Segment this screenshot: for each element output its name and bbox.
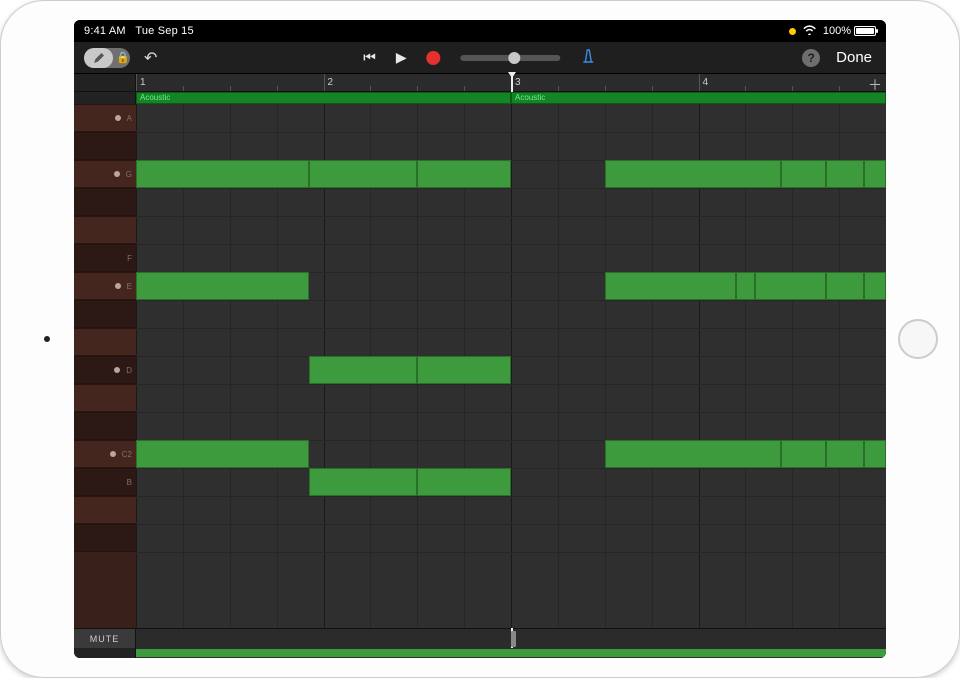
home-button[interactable] [898,319,938,359]
ruler-bar: 1 [136,74,146,91]
midi-note[interactable] [826,440,864,468]
ruler-bar: 2 [324,74,334,91]
midi-note[interactable] [826,272,864,300]
midi-note[interactable] [781,160,826,188]
master-volume-slider[interactable] [461,55,561,61]
pitch-row[interactable] [74,384,136,412]
record-button[interactable] [427,51,441,65]
scroll-handle[interactable] [511,631,516,647]
ruler-gutter [74,74,136,91]
pitch-row[interactable] [74,188,136,216]
pitch-row[interactable] [74,496,136,524]
scroll-track[interactable] [136,629,886,648]
status-date: Tue Sep 15 [135,25,193,37]
midi-note[interactable] [755,272,826,300]
midi-note[interactable] [136,272,309,300]
pitch-row[interactable] [74,300,136,328]
pitch-row[interactable] [74,524,136,552]
pitch-column[interactable]: A G F E D C2 B [74,104,136,628]
ipad-camera [44,336,50,342]
region-lane[interactable]: AcousticAcoustic [136,92,886,104]
region[interactable]: Acoustic [511,92,886,104]
play-button[interactable]: ▶ [396,49,407,66]
velocity-bar[interactable] [136,649,886,657]
midi-note[interactable] [864,160,887,188]
status-bar: 9:41 AM Tue Sep 15 100% [74,20,886,42]
pitch-row[interactable] [74,132,136,160]
midi-note[interactable] [605,160,781,188]
lock-icon: 🔒 [116,51,130,64]
pitch-row[interactable]: B [74,468,136,496]
midi-note[interactable] [864,440,887,468]
location-indicator-icon [789,28,796,35]
fret-dot-icon [110,451,116,457]
status-time: 9:41 AM [84,25,126,37]
battery-percent: 100% [823,25,851,37]
midi-note[interactable] [781,440,826,468]
pitch-row[interactable]: D [74,356,136,384]
pitch-label: C2 [122,450,132,459]
midi-note[interactable] [605,440,781,468]
midi-note[interactable] [136,160,309,188]
pitch-row[interactable] [74,412,136,440]
midi-note[interactable] [605,272,736,300]
midi-note[interactable] [309,468,418,496]
velocity-lane[interactable] [136,648,886,658]
pitch-row[interactable] [74,216,136,244]
pitch-row[interactable]: F [74,244,136,272]
help-button[interactable]: ? [802,49,820,67]
note-grid[interactable] [136,104,886,628]
midi-note[interactable] [136,440,309,468]
fret-dot-icon [114,171,120,177]
ruler-bar: 4 [699,74,709,91]
midi-note[interactable] [417,160,511,188]
pitch-row[interactable]: E [74,272,136,300]
mute-button[interactable]: MUTE [74,629,136,648]
midi-note[interactable] [864,272,887,300]
metronome-button[interactable] [581,48,597,67]
pitch-label: G [126,170,132,179]
pitch-label: E [127,282,132,291]
pitch-row[interactable] [74,328,136,356]
midi-note[interactable] [736,272,755,300]
region[interactable]: Acoustic [136,92,511,104]
pitch-label: B [127,478,132,487]
fret-dot-icon [115,283,121,289]
fret-dot-icon [114,367,120,373]
done-button[interactable]: Done [836,49,872,66]
edit-mode-toggle[interactable]: 🔒 [84,48,130,68]
velocity-gutter [74,648,136,658]
pitch-label: D [126,366,132,375]
pitch-row[interactable]: C2 [74,440,136,468]
pitch-row[interactable]: A [74,104,136,132]
midi-note[interactable] [417,356,511,384]
time-ruler[interactable]: 4321 ＋ [136,74,886,91]
fret-dot-icon [115,115,121,121]
pitch-label: A [127,114,132,123]
region-gutter [74,92,136,104]
wifi-icon [802,24,817,38]
pitch-label: F [127,254,132,263]
undo-button[interactable]: ↶ [144,48,157,68]
midi-note[interactable] [309,160,418,188]
battery-icon [854,26,876,36]
midi-note[interactable] [309,356,418,384]
go-to-start-button[interactable]: ⏮ [363,49,376,66]
midi-note[interactable] [417,468,511,496]
toolbar: 🔒 ↶ ⏮ ▶ ? Done [74,42,886,74]
pitch-row[interactable]: G [74,160,136,188]
midi-note[interactable] [826,160,864,188]
